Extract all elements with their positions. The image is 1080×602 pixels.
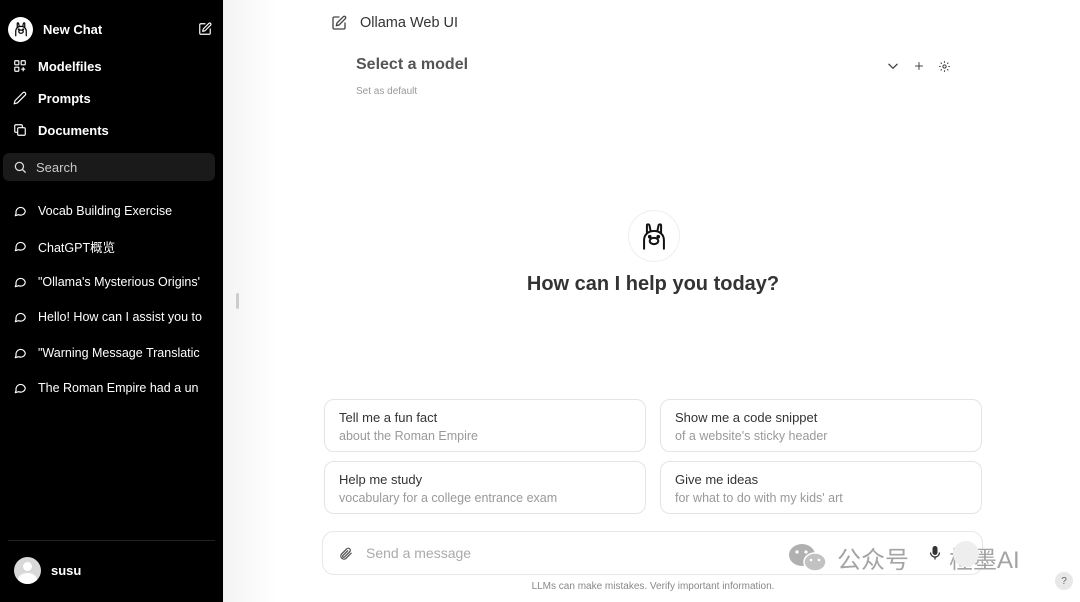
top-bar: Ollama Web UI: [330, 12, 458, 34]
suggestion-card[interactable]: Tell me a fun fact about the Roman Empir…: [324, 399, 646, 452]
grid-icon: [12, 58, 28, 74]
chat-bubble-icon: [12, 380, 28, 396]
chat-bubble-icon: [12, 274, 28, 290]
sidebar-item-label: Prompts: [38, 90, 91, 106]
chat-title: "Ollama's Mysterious Origins': [38, 275, 201, 289]
suggestion-subtitle: about the Roman Empire: [339, 429, 478, 443]
chat-bubble-icon: [12, 203, 28, 219]
avatar: [14, 556, 41, 584]
sidebar-item-documents[interactable]: Documents: [8, 117, 213, 143]
watermark-left: 公众号: [837, 547, 909, 574]
chat-bubble-icon: [12, 345, 28, 361]
suggestion-title: Help me study: [339, 472, 423, 487]
sidebar-item-label: Documents: [38, 122, 109, 138]
chat-title: "Warning Message Translatic: [38, 346, 200, 360]
suggestion-card[interactable]: Show me a code snippet of a website's st…: [660, 399, 982, 452]
chat-list-item[interactable]: "Warning Message Translatic: [8, 341, 206, 365]
chat-bubble-icon: [12, 238, 28, 254]
disclaimer-text: LLMs can make mistakes. Verify important…: [531, 581, 775, 592]
ollama-logo-icon: [8, 16, 33, 42]
wechat-icon: [789, 543, 827, 572]
sidebar-divider: [8, 540, 215, 541]
chat-list-item[interactable]: The Roman Empire had a un: [8, 376, 206, 400]
chat-title: ChatGPT概览: [38, 240, 116, 255]
chat-title: The Roman Empire had a un: [38, 381, 199, 395]
sidebar-item-modelfiles[interactable]: Modelfiles: [8, 53, 213, 79]
sidebar-resize-handle[interactable]: [236, 293, 239, 309]
chevron-down-icon[interactable]: [885, 58, 901, 74]
search-icon: [12, 159, 28, 175]
chat-list-item[interactable]: Vocab Building Exercise: [8, 199, 206, 223]
suggestion-card[interactable]: Give me ideas for what to do with my kid…: [660, 461, 982, 514]
search-input[interactable]: Search: [3, 153, 215, 181]
suggestion-subtitle: vocabulary for a college entrance exam: [339, 491, 558, 505]
pencil-icon: [12, 90, 28, 106]
main-panel: Ollama Web UI Select a model Set as defa…: [223, 0, 1080, 602]
chat-title: Hello! How can I assist you to: [38, 310, 202, 324]
suggestion-title: Give me ideas: [675, 472, 759, 487]
new-chat-row[interactable]: New Chat: [8, 15, 213, 43]
add-model-icon[interactable]: [911, 58, 927, 74]
sidebar: New Chat Modelfiles Prompts Documents Se…: [0, 0, 223, 602]
suggestion-card[interactable]: Help me study vocabulary for a college e…: [324, 461, 646, 514]
watermark: 公众号 槿墨AI: [787, 540, 1020, 575]
edit-icon[interactable]: [330, 14, 348, 32]
microphone-icon[interactable]: [927, 544, 943, 562]
sidebar-item-prompts[interactable]: Prompts: [8, 85, 213, 111]
model-selector[interactable]: Select a model: [356, 56, 468, 74]
send-button[interactable]: [953, 541, 979, 567]
suggestion-subtitle: for what to do with my kids' art: [675, 491, 843, 505]
chat-bubble-icon: [12, 309, 28, 325]
user-name: susu: [51, 562, 82, 578]
search-placeholder: Search: [36, 159, 78, 175]
chat-title: Vocab Building Exercise: [38, 204, 173, 218]
new-chat-label: New Chat: [43, 21, 103, 37]
chat-list-item[interactable]: ChatGPT概览: [8, 234, 206, 258]
set-default-link[interactable]: Set as default: [356, 86, 417, 97]
paperclip-icon[interactable]: [336, 544, 354, 562]
suggestion-title: Tell me a fun fact: [339, 410, 438, 425]
suggestion-title: Show me a code snippet: [675, 410, 818, 425]
chat-list-item[interactable]: Hello! How can I assist you to: [8, 305, 206, 329]
documents-icon: [12, 122, 28, 138]
user-menu[interactable]: susu: [14, 556, 81, 584]
greeting-heading: How can I help you today?: [526, 273, 780, 295]
new-chat-edit-icon[interactable]: [197, 21, 213, 37]
help-button[interactable]: ?: [1055, 572, 1073, 590]
app-title: Ollama Web UI: [360, 15, 459, 31]
sidebar-item-label: Modelfiles: [38, 58, 102, 74]
suggestion-subtitle: of a website's sticky header: [675, 429, 828, 443]
ollama-logo-icon: [628, 210, 680, 262]
chat-list-item[interactable]: "Ollama's Mysterious Origins': [8, 270, 206, 294]
gear-icon[interactable]: [936, 58, 952, 74]
